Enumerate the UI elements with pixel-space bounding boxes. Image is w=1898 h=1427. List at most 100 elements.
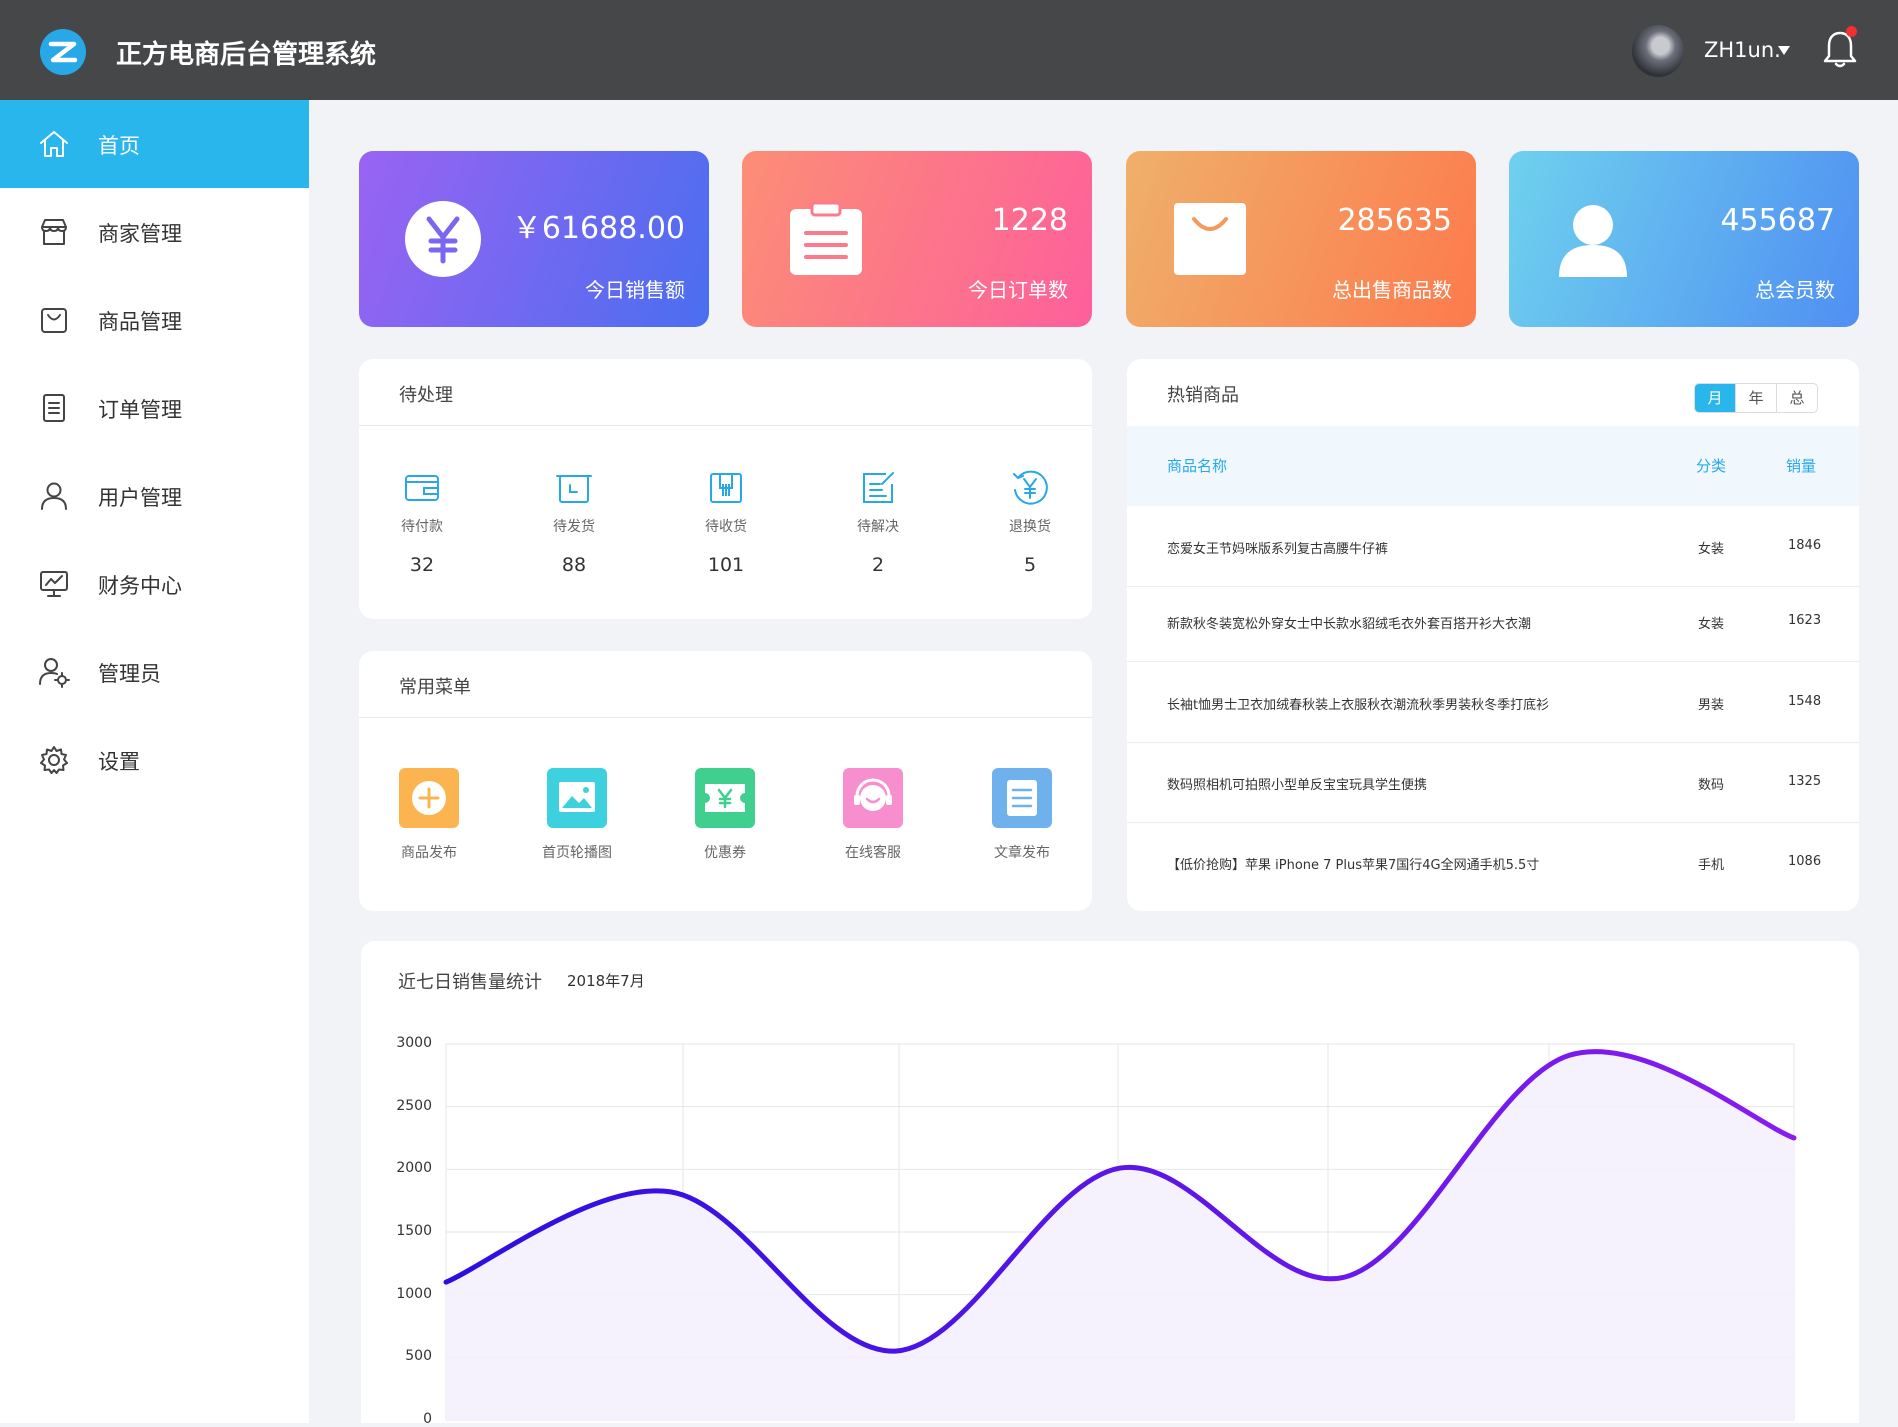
y-tick-label: 2000 xyxy=(396,1160,432,1177)
product-name: 长袖t恤男士卫衣加绒春秋装上衣服秋衣潮流秋季男装秋冬季打底衫 xyxy=(1167,698,1550,713)
stat-card-sales[interactable]: ￥61688.00 今日销售额 xyxy=(359,151,709,327)
pending-item-returns[interactable]: 退换货 5 xyxy=(980,468,1080,576)
pending-label: 待发货 xyxy=(553,519,595,535)
sidebar-item-home[interactable]: 首页 xyxy=(0,100,309,188)
pending-item-to-resolve[interactable]: 待解决 2 xyxy=(828,468,928,576)
stat-label: 今日销售额 xyxy=(585,278,685,302)
stat-value: ￥61688.00 xyxy=(511,211,685,246)
pending-count: 32 xyxy=(409,554,435,576)
shopping-bag-icon xyxy=(1174,203,1246,275)
avatar[interactable] xyxy=(1632,25,1684,77)
pending-label: 待解决 xyxy=(857,519,899,535)
pending-item-to-receive[interactable]: 待收货 101 xyxy=(676,468,776,576)
stat-card-products[interactable]: 285635 总出售商品数 xyxy=(1126,151,1476,327)
notification-dot xyxy=(1846,26,1857,37)
sidebar-item-label: 管理员 xyxy=(98,662,161,686)
menu-item-carousel[interactable]: 首页轮播图 xyxy=(517,768,637,862)
admin-icon xyxy=(39,658,70,688)
pending-count: 88 xyxy=(561,554,587,576)
edit-icon xyxy=(863,472,894,503)
chart-date: 2018年7月 xyxy=(567,972,645,990)
panel-title: 待处理 xyxy=(399,385,453,406)
sidebar-item-label: 首页 xyxy=(98,134,140,158)
pending-item-unpaid[interactable]: 待付款 32 xyxy=(372,468,472,576)
product-category: 男装 xyxy=(1698,698,1725,713)
sidebar-item-label: 财务中心 xyxy=(98,574,182,598)
table-row[interactable]: 恋爱女王节妈咪版系列复古高腰牛仔裤 女装 1846 xyxy=(1127,506,1859,587)
pending-count: 5 xyxy=(1023,554,1037,576)
sidebar-item-merchant[interactable]: 商家管理 xyxy=(0,188,309,276)
table-row[interactable]: 数码照相机可拍照小型单反宝宝玩具学生便携 数码 1325 xyxy=(1127,742,1859,823)
product-name: 恋爱女王节妈咪版系列复古高腰牛仔裤 xyxy=(1167,542,1389,557)
pending-label: 待付款 xyxy=(401,519,443,535)
stat-value: 455687 xyxy=(1720,203,1835,238)
logo-icon[interactable] xyxy=(40,29,86,75)
headset-icon xyxy=(843,768,903,828)
menu-item-coupon[interactable]: 优惠券 xyxy=(665,768,785,862)
plus-icon xyxy=(399,768,459,828)
sidebar: 首页 商家管理 商品管理 订单管理 用户管理 财务中心 管理员 设置 xyxy=(0,100,309,1423)
pending-count: 101 xyxy=(707,554,745,576)
sidebar-item-label: 用户管理 xyxy=(98,486,182,510)
table-row[interactable]: 新款秋冬装宽松外穿女士中长款水貂绒毛衣外套百搭开衫大衣潮 女装 1623 xyxy=(1127,581,1859,662)
image-icon xyxy=(547,768,607,828)
table-row[interactable]: 长袖t恤男士卫衣加绒春秋装上衣服秋衣潮流秋季男装秋冬季打底衫 男装 1548 xyxy=(1127,662,1859,743)
menu-label: 优惠券 xyxy=(704,845,746,861)
sidebar-item-label: 订单管理 xyxy=(98,398,182,422)
menu-item-customer-service[interactable]: 在线客服 xyxy=(813,768,933,862)
wallet-icon xyxy=(405,475,439,501)
product-sales: 1086 xyxy=(1788,854,1822,869)
home-icon xyxy=(40,131,68,157)
chart-title: 近七日销售量统计 xyxy=(398,972,542,993)
username[interactable]: ZH1un. xyxy=(1704,38,1781,62)
sidebar-item-orders[interactable]: 订单管理 xyxy=(0,364,309,452)
top-bar: 正方电商后台管理系统 ZH1un. xyxy=(0,0,1898,100)
sidebar-item-admin[interactable]: 管理员 xyxy=(0,628,309,716)
product-sales: 1325 xyxy=(1788,774,1822,789)
chevron-down-icon[interactable] xyxy=(1778,46,1790,55)
product-category: 手机 xyxy=(1698,858,1725,873)
menu-label: 商品发布 xyxy=(401,845,457,861)
pending-label: 退换货 xyxy=(1009,519,1051,535)
order-icon xyxy=(43,394,65,422)
menu-label: 在线客服 xyxy=(845,845,901,861)
menu-item-publish-product[interactable]: 商品发布 xyxy=(369,768,489,862)
package-icon xyxy=(710,473,742,503)
pending-label: 待收货 xyxy=(705,519,747,535)
member-icon xyxy=(1559,205,1627,277)
sidebar-item-label: 商家管理 xyxy=(98,222,182,246)
panel-title: 热销商品 xyxy=(1167,385,1239,406)
sidebar-item-users[interactable]: 用户管理 xyxy=(0,452,309,540)
bag-icon xyxy=(41,308,67,333)
sidebar-item-settings[interactable]: 设置 xyxy=(0,716,309,804)
sales-chart-panel xyxy=(361,941,1859,1423)
pending-item-to-ship[interactable]: 待发货 88 xyxy=(524,468,624,576)
sidebar-item-label: 设置 xyxy=(98,750,140,774)
divider xyxy=(359,717,1092,718)
tab-total[interactable]: 总 xyxy=(1776,384,1817,412)
sidebar-item-label: 商品管理 xyxy=(98,310,182,334)
stat-card-members[interactable]: 455687 总会员数 xyxy=(1509,151,1859,327)
product-name: 新款秋冬装宽松外穿女士中长款水貂绒毛衣外套百搭开衫大衣潮 xyxy=(1167,617,1532,632)
stat-card-orders[interactable]: 1228 今日订单数 xyxy=(742,151,1092,327)
product-category: 数码 xyxy=(1698,778,1725,793)
product-name: 数码照相机可拍照小型单反宝宝玩具学生便携 xyxy=(1167,778,1428,793)
tab-month[interactable]: 月 xyxy=(1695,384,1735,412)
product-category: 女装 xyxy=(1698,617,1725,632)
sidebar-item-products[interactable]: 商品管理 xyxy=(0,276,309,364)
gear-icon xyxy=(40,746,68,774)
product-category: 女装 xyxy=(1698,542,1725,557)
table-row[interactable]: 【低价抢购】苹果 iPhone 7 Plus苹果7国行4G全网通手机5.5寸 手… xyxy=(1127,822,1859,902)
store-icon xyxy=(41,219,67,245)
menu-item-publish-article[interactable]: 文章发布 xyxy=(962,768,1082,862)
stat-value: 285635 xyxy=(1337,203,1452,238)
y-tick-label: 1500 xyxy=(396,1223,432,1239)
y-tick-label: 3000 xyxy=(396,1035,432,1051)
product-sales: 1846 xyxy=(1788,538,1822,553)
stat-label: 今日订单数 xyxy=(968,278,1068,302)
product-name: 【低价抢购】苹果 iPhone 7 Plus苹果7国行4G全网通手机5.5寸 xyxy=(1167,858,1540,873)
tab-year[interactable]: 年 xyxy=(1735,384,1776,412)
sidebar-item-finance[interactable]: 财务中心 xyxy=(0,540,309,628)
box-icon xyxy=(556,475,592,503)
y-tick-label: 0 xyxy=(423,1411,432,1427)
